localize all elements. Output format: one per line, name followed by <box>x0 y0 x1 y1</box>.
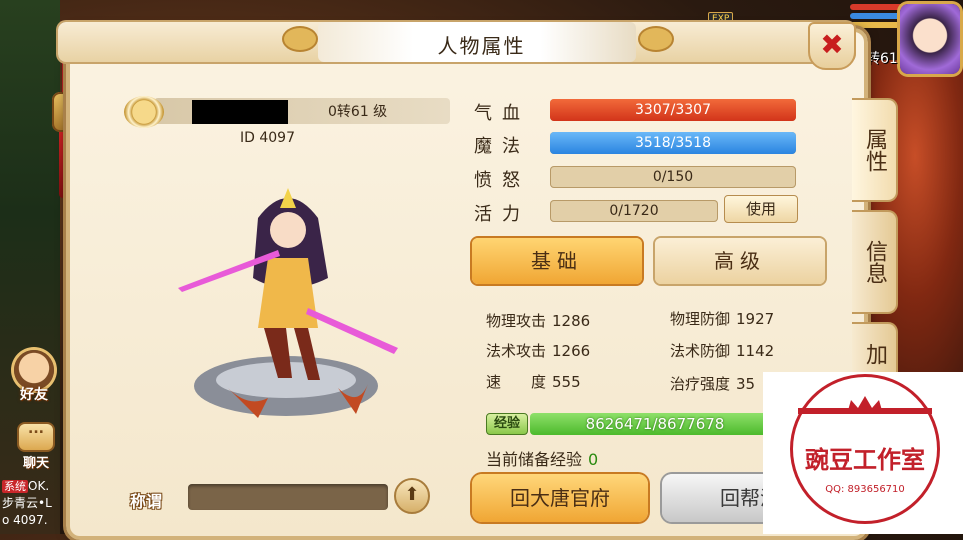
title-label: 称谓 <box>130 492 163 511</box>
player-level: 0转61 级 <box>328 104 388 120</box>
attr-phys-def: 物理防御 1927 <box>670 310 775 328</box>
watermark-band <box>798 408 932 414</box>
chat-bubble-icon <box>17 421 55 452</box>
chat-button[interactable]: 聊天 <box>14 421 58 471</box>
rank-medal-icon[interactable] <box>124 96 164 128</box>
use-vitality-button[interactable]: 使用 <box>724 195 798 223</box>
watermark-qq: QQ: 893656710 <box>825 484 905 495</box>
mp-label: 魔法 <box>474 136 530 157</box>
name-row: 0转61 级 <box>124 96 450 128</box>
close-button[interactable]: ✖ <box>808 22 856 70</box>
system-tag: 系统 <box>2 480 28 493</box>
hp-label: 气血 <box>474 103 530 124</box>
rage-bar: 0/150 <box>550 166 796 188</box>
tab-advanced[interactable]: 高级 <box>655 238 825 284</box>
character-portrait <box>178 188 398 418</box>
player-id: ID 4097 <box>240 130 295 146</box>
right-blade <box>306 308 398 354</box>
attr-mag-atk: 法术攻击 1266 <box>486 342 591 360</box>
close-icon: ✖ <box>820 28 844 61</box>
attr-mag-def: 法术防御 1142 <box>670 342 775 360</box>
exp-bar: 8626471/8677678 <box>530 413 780 435</box>
vitality-label: 活力 <box>474 204 530 225</box>
player-status-bars <box>850 4 904 31</box>
character-body <box>258 258 318 328</box>
vitality-bar: 0/1720 <box>550 200 718 222</box>
mp-bar: 3518/3518 <box>550 132 796 154</box>
up-arrow-icon: ⬆ <box>404 484 420 505</box>
player-name-redacted <box>192 100 288 124</box>
chat-label: 聊天 <box>22 456 49 471</box>
rage-label: 愤怒 <box>474 170 530 191</box>
attr-speed: 速 度 555 <box>486 373 581 391</box>
character-face <box>270 212 306 248</box>
hp-bar: 3307/3307 <box>550 99 796 121</box>
crown-icon <box>847 396 883 414</box>
attr-phys-atk: 物理攻击 1286 <box>486 312 591 330</box>
friend-label: 好友 <box>20 387 48 403</box>
chat-log[interactable]: 系统 OK. 步青云•L o 4097. <box>2 478 76 529</box>
attr-heal: 治疗强度 35 <box>670 375 756 393</box>
tab-attributes[interactable]: 属性 <box>852 98 898 202</box>
tab-info[interactable]: 信息 <box>852 210 898 314</box>
exp-badge: 经验 <box>486 413 528 435</box>
return-tang-button[interactable]: 回大唐官府 <box>472 474 648 522</box>
change-title-button[interactable]: ⬆ <box>394 478 430 514</box>
reserve-exp: 当前储备经验 0 <box>486 450 599 469</box>
title-field[interactable] <box>188 484 388 510</box>
tab-basic[interactable]: 基础 <box>472 238 642 284</box>
friend-button[interactable]: 好友 <box>10 350 58 403</box>
watermark-text: 豌豆工作室 <box>805 445 925 474</box>
